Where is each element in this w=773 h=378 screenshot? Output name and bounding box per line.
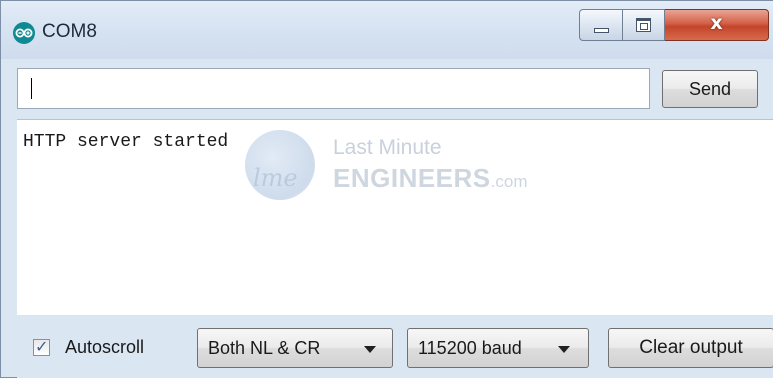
checkmark-icon: ✓: [35, 337, 49, 356]
serial-monitor-window: COM8 x Send lme Last Minute ENGINEERS.co…: [0, 0, 773, 378]
window-title: COM8: [42, 21, 97, 42]
text-caret: [31, 78, 32, 99]
title-bar[interactable]: COM8 x: [1, 1, 773, 59]
clear-output-button[interactable]: Clear output: [608, 328, 773, 368]
watermark-logo-text: lme: [253, 164, 298, 192]
serial-output-text: HTTP server started: [23, 132, 229, 152]
bottom-toolbar: ✓ Autoscroll Both NL & CR 115200 baud Cl…: [17, 315, 773, 378]
chevron-down-icon: [558, 346, 570, 353]
serial-output-area[interactable]: lme Last Minute ENGINEERS.com HTTP serve…: [17, 119, 773, 315]
watermark-line1: Last Minute: [333, 136, 442, 159]
watermark-line2: ENGINEERS.com: [333, 163, 528, 194]
maximize-button[interactable]: [623, 9, 665, 41]
chevron-down-icon: [364, 346, 376, 353]
watermark-line2-suffix: .com: [490, 172, 528, 191]
watermark: lme Last Minute ENGINEERS.com: [245, 128, 545, 208]
watermark-logo: lme: [245, 130, 315, 200]
baud-rate-select[interactable]: 115200 baud: [407, 328, 589, 368]
close-button[interactable]: x: [665, 9, 769, 41]
send-button[interactable]: Send: [662, 70, 758, 108]
baud-rate-value: 115200 baud: [418, 338, 522, 358]
line-ending-select[interactable]: Both NL & CR: [197, 328, 393, 368]
send-row: Send: [17, 66, 773, 112]
line-ending-value: Both NL & CR: [208, 338, 321, 358]
minimize-button[interactable]: [579, 9, 623, 41]
minimize-icon: [594, 28, 609, 33]
autoscroll-label: Autoscroll: [65, 337, 145, 357]
serial-input[interactable]: [17, 68, 650, 109]
maximize-icon: [636, 18, 651, 32]
autoscroll-checkbox[interactable]: ✓: [33, 337, 50, 356]
arduino-icon: [13, 22, 35, 44]
watermark-line2-main: ENGINEERS: [333, 163, 491, 193]
close-icon: x: [710, 12, 723, 34]
